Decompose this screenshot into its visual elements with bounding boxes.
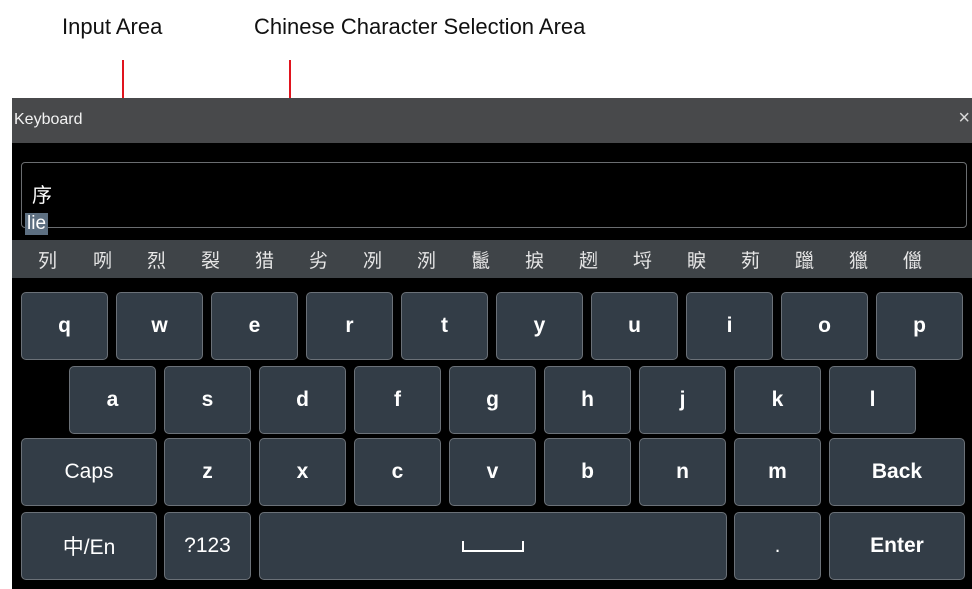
candidate[interactable]: 劣 — [309, 246, 328, 273]
input-text: 序 — [32, 183, 52, 207]
candidate[interactable]: 冽 — [363, 246, 382, 273]
space-bar-icon — [462, 541, 524, 552]
window-title: Keyboard — [14, 111, 83, 128]
key-r[interactable]: r — [306, 292, 393, 360]
input-area-annotation: Input Area — [62, 14, 163, 39]
key-c[interactable]: c — [354, 438, 441, 506]
enter-key[interactable]: Enter — [829, 512, 965, 580]
key-g[interactable]: g — [449, 366, 536, 434]
candidate[interactable]: 趔 — [579, 246, 598, 273]
selection-area-annotation: Chinese Character Selection Area — [254, 14, 586, 39]
keyboard-window: Keyboard × 序 lie 列 咧 烈 裂 猎 劣 冽 洌 鬛 捩 趔 埒… — [12, 98, 972, 589]
key-s[interactable]: s — [164, 366, 251, 434]
key-x[interactable]: x — [259, 438, 346, 506]
key-b[interactable]: b — [544, 438, 631, 506]
candidate[interactable]: 躐 — [795, 246, 814, 273]
input-area[interactable]: 序 lie — [21, 162, 967, 235]
key-j[interactable]: j — [639, 366, 726, 434]
candidate[interactable]: 儠 — [903, 246, 922, 273]
key-d[interactable]: d — [259, 366, 346, 434]
candidate[interactable]: 咧 — [93, 246, 112, 273]
candidate-bar: 列 咧 烈 裂 猎 劣 冽 洌 鬛 捩 趔 埒 睙 茢 躐 獵 儠 — [12, 240, 972, 278]
candidate[interactable]: 埒 — [633, 246, 652, 273]
candidate[interactable]: 猎 — [255, 246, 274, 273]
space-key[interactable] — [259, 512, 727, 580]
candidate[interactable]: 睙 — [687, 246, 706, 273]
symbols-key[interactable]: ?123 — [164, 512, 251, 580]
key-u[interactable]: u — [591, 292, 678, 360]
key-p[interactable]: p — [876, 292, 963, 360]
key-y[interactable]: y — [496, 292, 583, 360]
key-m[interactable]: m — [734, 438, 821, 506]
key-k[interactable]: k — [734, 366, 821, 434]
composition-text: lie — [25, 213, 49, 235]
language-toggle-key[interactable]: 中/En — [21, 512, 157, 580]
candidate[interactable]: 洌 — [417, 246, 436, 273]
back-key[interactable]: Back — [829, 438, 965, 506]
candidate[interactable]: 鬛 — [471, 246, 490, 273]
key-q[interactable]: q — [21, 292, 108, 360]
key-t[interactable]: t — [401, 292, 488, 360]
candidate[interactable]: 烈 — [147, 246, 166, 273]
key-l[interactable]: l — [829, 366, 916, 434]
candidate[interactable]: 捩 — [525, 246, 544, 273]
candidate[interactable]: 裂 — [201, 246, 220, 273]
key-h[interactable]: h — [544, 366, 631, 434]
key-v[interactable]: v — [449, 438, 536, 506]
close-icon[interactable]: × — [958, 107, 970, 130]
candidate[interactable]: 獵 — [849, 246, 868, 273]
key-f[interactable]: f — [354, 366, 441, 434]
key-w[interactable]: w — [116, 292, 203, 360]
candidate[interactable]: 列 — [38, 246, 57, 273]
key-z[interactable]: z — [164, 438, 251, 506]
title-bar: Keyboard × — [12, 98, 972, 143]
key-a[interactable]: a — [69, 366, 156, 434]
period-key[interactable]: . — [734, 512, 821, 580]
key-n[interactable]: n — [639, 438, 726, 506]
key-o[interactable]: o — [781, 292, 868, 360]
candidate[interactable]: 茢 — [741, 246, 760, 273]
caps-key[interactable]: Caps — [21, 438, 157, 506]
key-i[interactable]: i — [686, 292, 773, 360]
key-e[interactable]: e — [211, 292, 298, 360]
